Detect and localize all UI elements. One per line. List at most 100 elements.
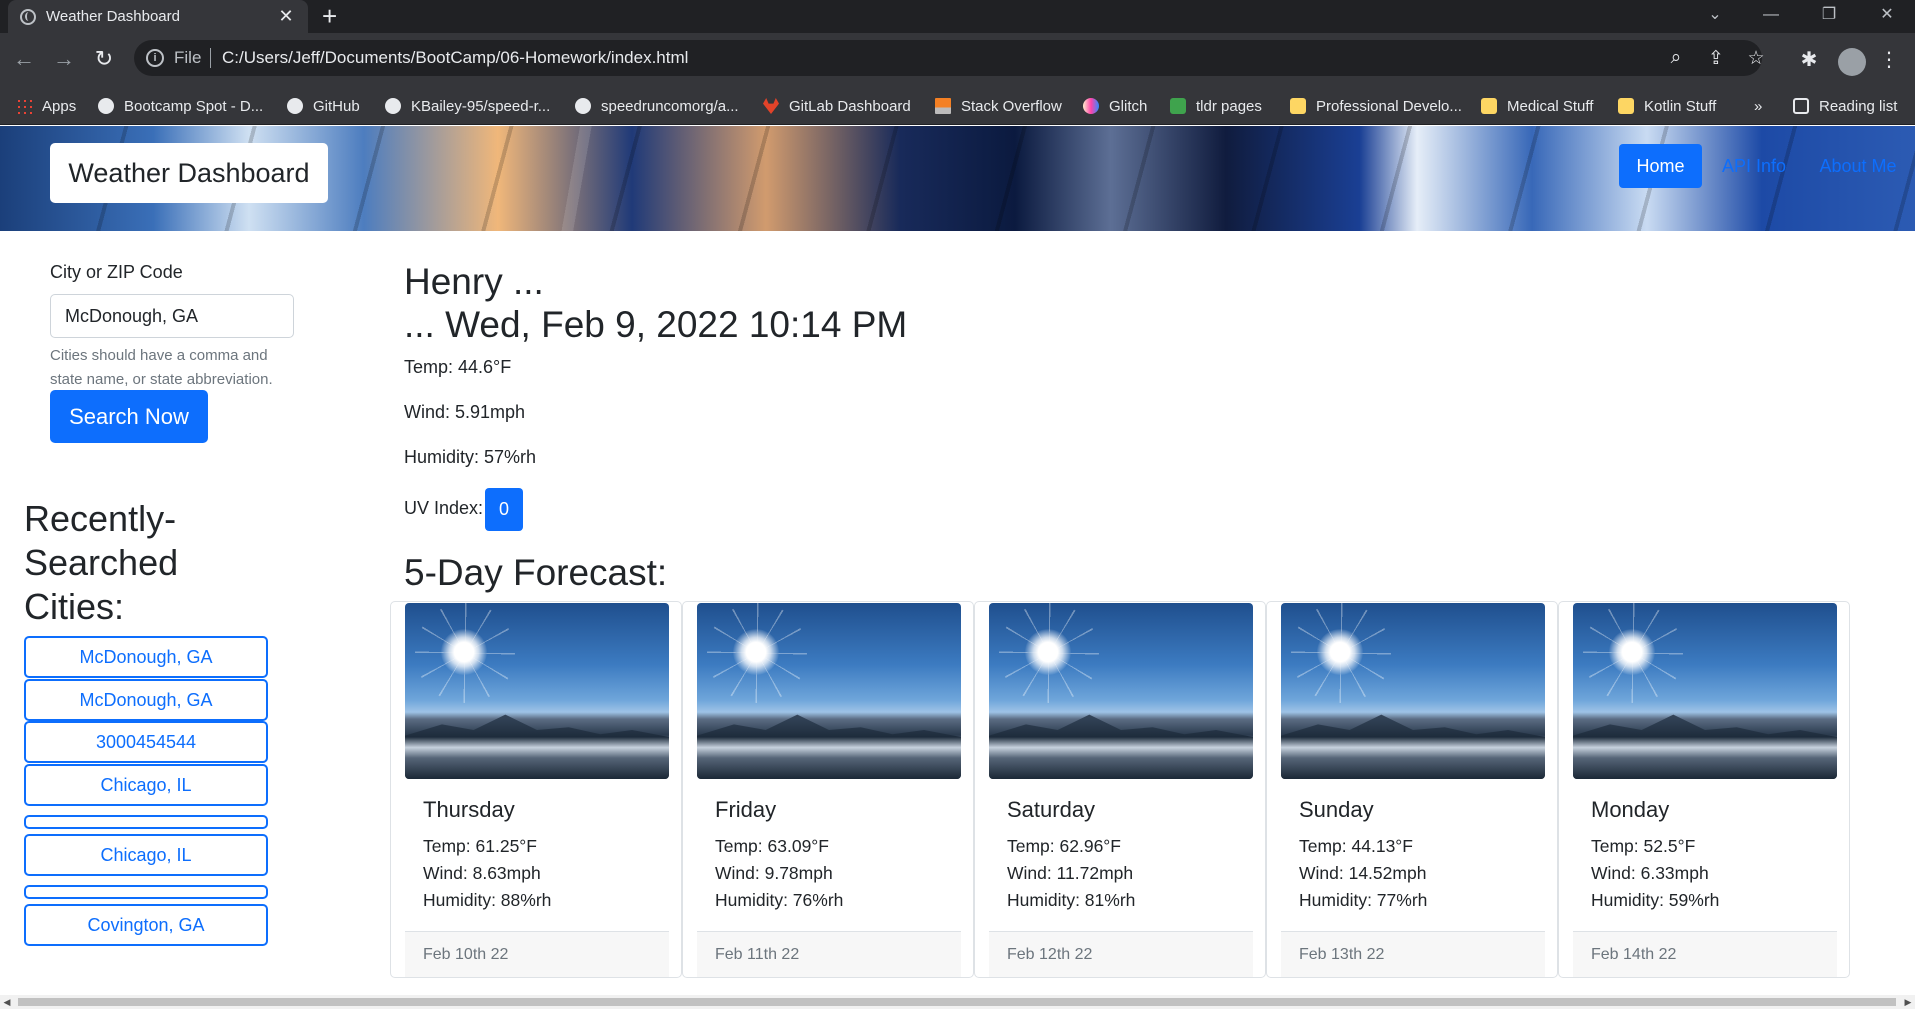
input-help-text: Cities should have a comma and state nam… <box>50 347 273 388</box>
site-info-icon[interactable]: i <box>146 49 164 67</box>
recent-cities-heading: Recently- Searched Cities: <box>24 497 284 629</box>
url-text[interactable]: C:/Users/Jeff/Documents/BootCamp/06-Home… <box>222 48 688 68</box>
tldr-icon <box>1170 98 1186 114</box>
search-now-button[interactable]: Search Now <box>50 390 208 443</box>
bookmark-label: Glitch <box>1109 97 1148 115</box>
close-tab-icon[interactable]: ✕ <box>276 6 296 27</box>
forecast-card: Thursday Temp: 61.25°F Wind: 8.63mph Hum… <box>390 601 682 978</box>
bookmark-apps[interactable]: Apps <box>16 87 76 125</box>
heading-line: Recently- <box>24 498 177 539</box>
bookmark-gitlab[interactable]: GitLab Dashboard <box>763 87 911 125</box>
bookmark-label: Bootcamp Spot - D... <box>124 97 264 115</box>
history-button[interactable]: 3000454544 <box>24 721 268 763</box>
reading-list-label: Reading list <box>1819 97 1898 115</box>
nav-api-info[interactable]: API Info <box>1712 144 1796 188</box>
weather-photo <box>989 603 1253 779</box>
forecast-day: Friday <box>715 797 777 822</box>
mountain-decoration <box>697 714 961 779</box>
history-button[interactable]: Chicago, IL <box>24 764 268 806</box>
bookmark-tldr[interactable]: tldr pages <box>1170 87 1262 125</box>
github-icon <box>385 98 401 114</box>
browser-tabstrip: Weather Dashboard ✕ + ⌄ — ❐ ✕ <box>0 0 1915 33</box>
forecast-date: Feb 14th 22 <box>1573 931 1837 977</box>
stackoverflow-icon <box>935 98 951 114</box>
weather-photo <box>1573 603 1837 779</box>
mountain-decoration <box>1573 714 1837 779</box>
sun-icon <box>1609 629 1655 675</box>
reading-list-button[interactable]: Reading list <box>1793 87 1897 125</box>
bookmark-label: tldr pages <box>1196 97 1262 115</box>
github-icon <box>287 98 303 114</box>
browser-tab[interactable]: Weather Dashboard ✕ <box>8 0 308 33</box>
scroll-right-icon[interactable]: ▶ <box>1901 995 1915 1009</box>
share-icon[interactable]: ⇪ <box>1704 47 1728 70</box>
menu-icon[interactable]: ⋮ <box>1876 47 1902 72</box>
bookmark-star-icon[interactable]: ☆ <box>1744 47 1768 70</box>
zoom-icon[interactable]: ⌕ <box>1664 47 1688 69</box>
bookmark-bootcamp[interactable]: Bootcamp Spot - D... <box>98 87 263 125</box>
back-icon[interactable]: ← <box>10 46 38 72</box>
history-button-empty[interactable] <box>24 815 268 829</box>
weather-photo <box>1281 603 1545 779</box>
profile-avatar[interactable] <box>1838 48 1866 76</box>
scrollbar-thumb[interactable] <box>18 998 1896 1006</box>
github-icon <box>575 98 591 114</box>
bookmark-glitch[interactable]: Glitch <box>1083 87 1147 125</box>
glitch-icon <box>1083 98 1099 114</box>
sun-icon <box>441 629 487 675</box>
forecast-day: Saturday <box>1007 797 1096 822</box>
tab-search-icon[interactable]: ⌄ <box>1692 0 1738 30</box>
mountain-decoration <box>405 714 669 779</box>
city-input[interactable] <box>50 294 294 338</box>
horizontal-scrollbar[interactable]: ◀ ▶ <box>0 995 1915 1009</box>
bookmark-github[interactable]: GitHub <box>287 87 360 125</box>
bookmark-label: GitHub <box>313 97 360 115</box>
history-button[interactable]: Chicago, IL <box>24 834 268 876</box>
bookmark-speed-r[interactable]: KBailey-95/speed-r... <box>385 87 550 125</box>
forecast-date: Feb 10th 22 <box>405 931 669 977</box>
bookmark-stackoverflow[interactable]: Stack Overflow <box>935 87 1062 125</box>
history-button[interactable]: McDonough, GA <box>24 679 268 721</box>
forward-icon[interactable]: → <box>50 46 78 72</box>
bookmark-medical[interactable]: Medical Stuff <box>1481 87 1593 125</box>
bookmark-label: Kotlin Stuff <box>1644 97 1717 115</box>
forecast-temp: Temp: 63.09°F <box>715 836 829 856</box>
history-button[interactable]: Covington, GA <box>24 904 268 946</box>
forecast-card: Saturday Temp: 62.96°F Wind: 11.72mph Hu… <box>974 601 1266 978</box>
new-tab-icon[interactable]: + <box>322 2 337 30</box>
url-scheme: File <box>174 48 202 67</box>
forecast-date: Feb 13th 22 <box>1281 931 1545 977</box>
nav-about-me[interactable]: About Me <box>1812 144 1904 188</box>
history-button-empty[interactable] <box>24 885 268 899</box>
gitlab-icon <box>763 98 779 114</box>
sun-icon <box>733 629 779 675</box>
tab-title: Weather Dashboard <box>46 8 180 25</box>
folder-icon <box>1290 98 1306 114</box>
history-button[interactable]: McDonough, GA <box>24 636 268 678</box>
url-separator <box>210 48 211 68</box>
bookmark-speedruncom[interactable]: speedruncomorg/a... <box>575 87 739 125</box>
bookmark-kotlin[interactable]: Kotlin Stuff <box>1618 87 1716 125</box>
bookmark-label: Apps <box>42 97 77 115</box>
minimize-icon[interactable]: — <box>1748 0 1794 30</box>
bookmark-professional[interactable]: Professional Develo... <box>1290 87 1462 125</box>
forecast-humidity: Humidity: 76%rh <box>715 890 844 910</box>
reload-icon[interactable]: ↻ <box>90 46 118 72</box>
current-temp: Temp: 44.6°F <box>404 357 512 377</box>
bookmark-label: speedruncomorg/a... <box>601 97 739 115</box>
forecast-humidity: Humidity: 81%rh <box>1007 890 1136 910</box>
extensions-icon[interactable]: ✱ <box>1796 47 1822 72</box>
restore-icon[interactable]: ❐ <box>1806 0 1852 30</box>
uv-index-badge: 0 <box>485 488 523 531</box>
current-humidity: Humidity: 57%rh <box>404 447 537 467</box>
heading-line: Searched <box>24 542 179 583</box>
bookmarks-overflow-button[interactable]: » <box>1754 87 1762 125</box>
scroll-left-icon[interactable]: ◀ <box>0 995 14 1009</box>
city-name: Henry ... <box>404 261 544 302</box>
brand-title[interactable]: Weather Dashboard <box>50 143 328 203</box>
nav-home[interactable]: Home <box>1619 144 1702 188</box>
folder-icon <box>1618 98 1634 114</box>
forecast-heading: 5-Day Forecast: <box>404 552 668 593</box>
address-bar[interactable]: i File C:/Users/Jeff/Documents/BootCamp/… <box>134 40 1765 76</box>
window-close-icon[interactable]: ✕ <box>1864 0 1910 30</box>
